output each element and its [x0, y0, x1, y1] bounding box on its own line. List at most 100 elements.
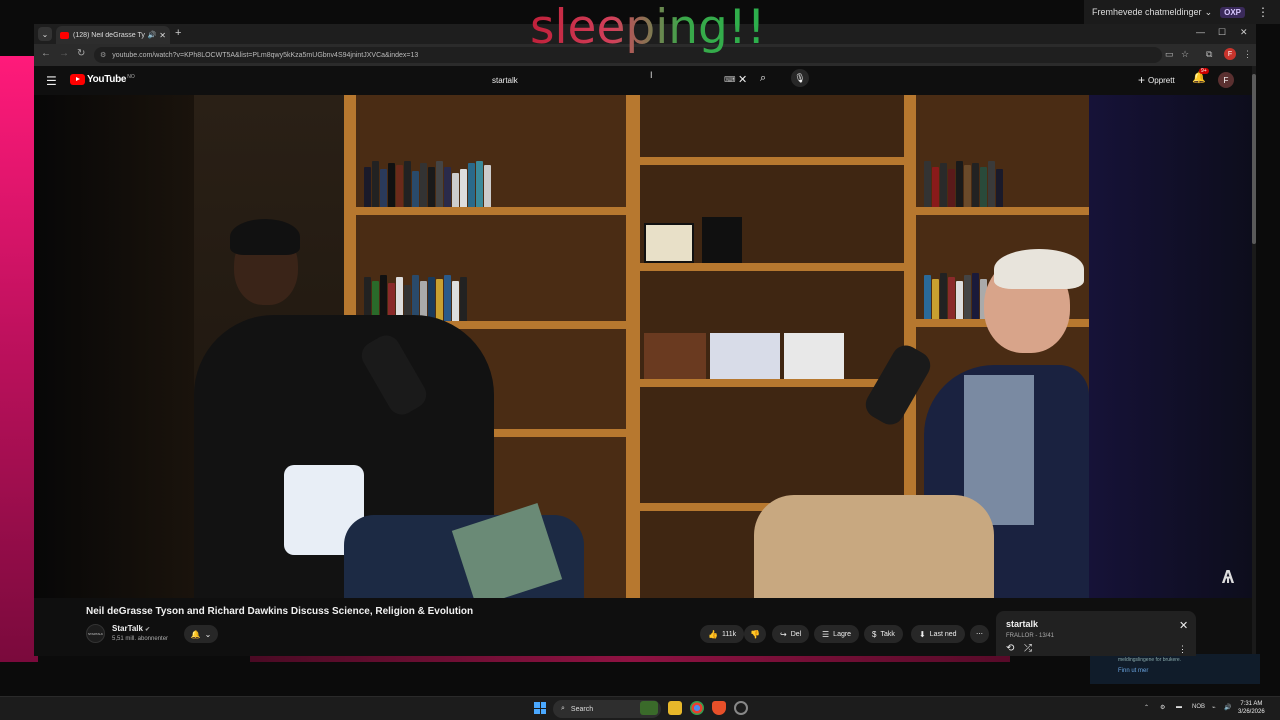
app-icon[interactable]: [734, 701, 748, 715]
chrome-icon[interactable]: [690, 701, 704, 715]
like-button[interactable]: 👍 111k: [700, 625, 745, 643]
share-button[interactable]: ↪ Del: [772, 625, 810, 643]
youtube-logo[interactable]: YouTube NO: [70, 74, 135, 85]
tab-search-button[interactable]: ⌄: [38, 27, 52, 41]
volume-icon[interactable]: 🔊: [1224, 704, 1231, 711]
taskbar-search-label: Search: [570, 705, 594, 713]
channel-name-text: StarTalk: [112, 624, 143, 633]
close-tab-icon[interactable]: ✕: [159, 31, 166, 40]
book-row: [644, 217, 742, 263]
network-icon[interactable]: ⌁: [1212, 704, 1216, 711]
playlist-panel[interactable]: startalk FRALLOR - 13/41 ✕ ⟲ ⤮ ⋮: [996, 611, 1196, 656]
verified-check-icon: ✔: [144, 627, 151, 633]
thanks-button[interactable]: $ Takk: [864, 625, 903, 643]
save-button[interactable]: ☰ Lagre: [814, 625, 860, 643]
background-notification: meldingslingene for brukere. Finn ut mer: [1090, 654, 1260, 684]
download-button[interactable]: ⬇ Last ned: [911, 625, 965, 643]
shelf-board: [916, 207, 1089, 215]
language-indicator[interactable]: NOB: [1192, 704, 1205, 710]
tray-app-icon[interactable]: ▬: [1176, 704, 1182, 710]
scroll-thumb[interactable]: [1252, 74, 1256, 244]
youtube-favicon-icon: [60, 31, 69, 39]
brave-icon[interactable]: [712, 701, 726, 715]
notification-text: meldingslingene for brukere.: [1118, 657, 1182, 663]
tray-app-icon[interactable]: ⚙: [1160, 704, 1165, 711]
maximize-icon[interactable]: ☐: [1218, 27, 1226, 38]
oxp-badge[interactable]: OXP: [1220, 6, 1246, 18]
shuffle-icon[interactable]: ⤮: [1024, 643, 1032, 654]
channel-avatar[interactable]: STARTALK: [86, 624, 105, 643]
clear-search-icon[interactable]: ✕: [738, 73, 747, 86]
like-count: 111k: [721, 630, 737, 638]
cast-icon[interactable]: ▭: [1165, 49, 1174, 60]
search-input[interactable]: startalk ⌨ ✕: [480, 70, 750, 91]
share-icon: ↪: [780, 629, 787, 639]
system-clock[interactable]: 7:31 AM 3/26/2026: [1238, 700, 1265, 716]
ambient-left: [34, 95, 194, 598]
tray-overflow-icon[interactable]: ⌃: [1144, 704, 1149, 711]
channel-name[interactable]: StarTalk ✔: [112, 624, 150, 633]
windows-start-icon[interactable]: [534, 702, 546, 714]
save-label: Lagre: [833, 630, 852, 638]
youtube-play-icon: [70, 74, 85, 85]
create-button[interactable]: + Opprett: [1138, 73, 1175, 87]
widgets-icon[interactable]: [640, 701, 658, 715]
book-row: [924, 161, 1004, 207]
shelf-board: [640, 157, 904, 165]
browser-profile-avatar[interactable]: F: [1224, 48, 1236, 60]
youtube-header: ☰ YouTube NO startalk ⌨ ✕ I ⌕ 🎙 + Oppret…: [34, 66, 1256, 95]
more-options-icon[interactable]: ⋮: [1257, 5, 1269, 19]
clock-date: 3/26/2026: [1238, 709, 1265, 715]
loop-icon[interactable]: ⟲: [1006, 643, 1014, 654]
file-explorer-icon[interactable]: [668, 701, 682, 715]
chat-filter-dropdown[interactable]: Fremhevede chatmeldinger ⌄ OXP ⋮: [1084, 0, 1280, 24]
voice-search-button[interactable]: 🎙: [791, 69, 809, 87]
reload-icon[interactable]: ↻: [77, 48, 85, 59]
browser-menu-icon[interactable]: ⋮: [1243, 49, 1252, 60]
dislike-button[interactable]: 👎: [744, 625, 766, 643]
more-actions-button[interactable]: ⋯: [970, 625, 989, 643]
chevron-down-icon: ⌄: [204, 629, 212, 639]
keyboard-icon[interactable]: ⌨: [724, 75, 736, 84]
close-window-icon[interactable]: ✕: [1240, 27, 1248, 38]
search-icon[interactable]: ⌕: [760, 72, 766, 85]
shelf-board: [356, 207, 626, 215]
page-scrollbar[interactable]: [1252, 66, 1256, 656]
person-left-hair: [230, 219, 300, 255]
close-playlist-icon[interactable]: ✕: [1179, 619, 1188, 632]
tab-youtube[interactable]: (128) Neil deGrasse Tyson a 🔊 ✕: [56, 26, 170, 44]
extensions-icon[interactable]: ⧉: [1206, 49, 1212, 60]
audio-playing-icon[interactable]: 🔊: [148, 31, 157, 39]
share-label: Del: [790, 630, 802, 638]
learn-more-link[interactable]: Finn ut mer: [1118, 668, 1232, 674]
chat-filter-label: Fremhevede chatmeldinger: [1092, 7, 1202, 17]
video-player[interactable]: [194, 95, 1089, 598]
playlist-menu-icon[interactable]: ⋮: [1178, 644, 1187, 655]
person-right-hair: [994, 249, 1084, 289]
book-row: [924, 273, 988, 319]
site-info-icon[interactable]: ⚙: [100, 51, 106, 59]
playlist-title: startalk: [1006, 619, 1039, 629]
menu-hamburger-icon[interactable]: ☰: [46, 74, 57, 88]
video-title: Neil deGrasse Tyson and Richard Dawkins …: [86, 606, 474, 617]
startalk-watermark-icon: Ѧ: [1222, 567, 1235, 587]
shelf-board: [640, 263, 904, 271]
thumbs-down-icon: 👎: [750, 629, 760, 639]
minimize-icon[interactable]: —: [1196, 27, 1205, 37]
account-avatar[interactable]: F: [1218, 72, 1234, 88]
clock-time: 7:31 AM: [1240, 701, 1263, 707]
youtube-region-code: NO: [127, 73, 135, 80]
new-tab-button[interactable]: +: [175, 27, 181, 39]
tab-title: (128) Neil deGrasse Tyson a: [73, 31, 145, 39]
subscription-notification-button[interactable]: 🔔 ⌄: [184, 625, 218, 643]
book-row: [644, 333, 844, 379]
bell-icon: 🔔: [190, 629, 201, 639]
forward-arrow-icon[interactable]: →: [59, 48, 69, 59]
microphone-icon: 🎙: [794, 72, 806, 83]
bookmark-star-icon[interactable]: ☆: [1181, 49, 1189, 60]
back-arrow-icon[interactable]: ←: [41, 48, 51, 59]
browser-window: ⌄ (128) Neil deGrasse Tyson a 🔊 ✕ + — ☐ …: [34, 24, 1256, 656]
notification-count-badge: 9+: [1199, 68, 1209, 74]
download-label: Last ned: [929, 630, 957, 638]
youtube-logo-text: YouTube: [87, 74, 127, 85]
